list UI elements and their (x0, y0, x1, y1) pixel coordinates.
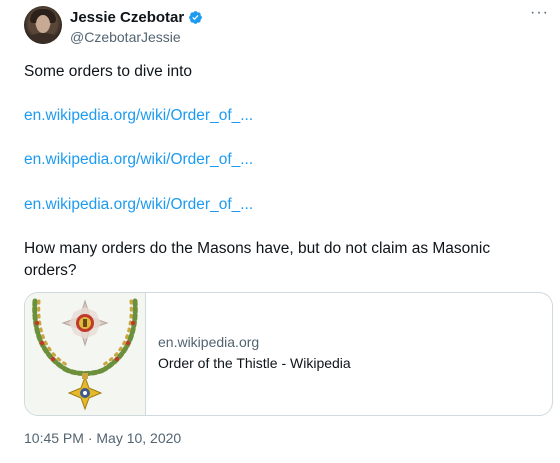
avatar-shoulders (26, 33, 60, 44)
author-display-name[interactable]: Jessie Czebotar (70, 9, 184, 26)
tweet-link-3[interactable]: en.wikipedia.org/wiki/Order_of_... (24, 196, 253, 214)
avatar[interactable] (24, 6, 62, 44)
tweet-question-line-1: How many orders do the Masons have, but … (24, 240, 491, 257)
verified-badge-icon (189, 11, 203, 24)
card-domain: en.wikipedia.org (158, 334, 260, 350)
tweet-timestamp[interactable]: 10:45 PM · May 10, 2020 (24, 430, 181, 446)
order-of-the-thistle-collar-image (25, 293, 146, 415)
tweet-link-1[interactable]: en.wikipedia.org/wiki/Order_of_... (24, 107, 253, 125)
card-title: Order of the Thistle - Wikipedia (158, 355, 351, 371)
author-name-row: Jessie Czebotar (70, 9, 203, 26)
tweet-link-2[interactable]: en.wikipedia.org/wiki/Order_of_... (24, 151, 253, 169)
more-options-icon[interactable]: ··· (530, 4, 549, 22)
tweet-intro-text: Some orders to dive into (24, 63, 193, 80)
tweet-question-line-2: orders? (24, 262, 77, 279)
avatar-face (36, 15, 50, 33)
tweet: Jessie Czebotar @CzebotarJessie ··· Some… (0, 0, 560, 463)
author-handle[interactable]: @CzebotarJessie (70, 29, 181, 45)
link-preview-card[interactable]: en.wikipedia.org Order of the Thistle - … (24, 292, 553, 416)
